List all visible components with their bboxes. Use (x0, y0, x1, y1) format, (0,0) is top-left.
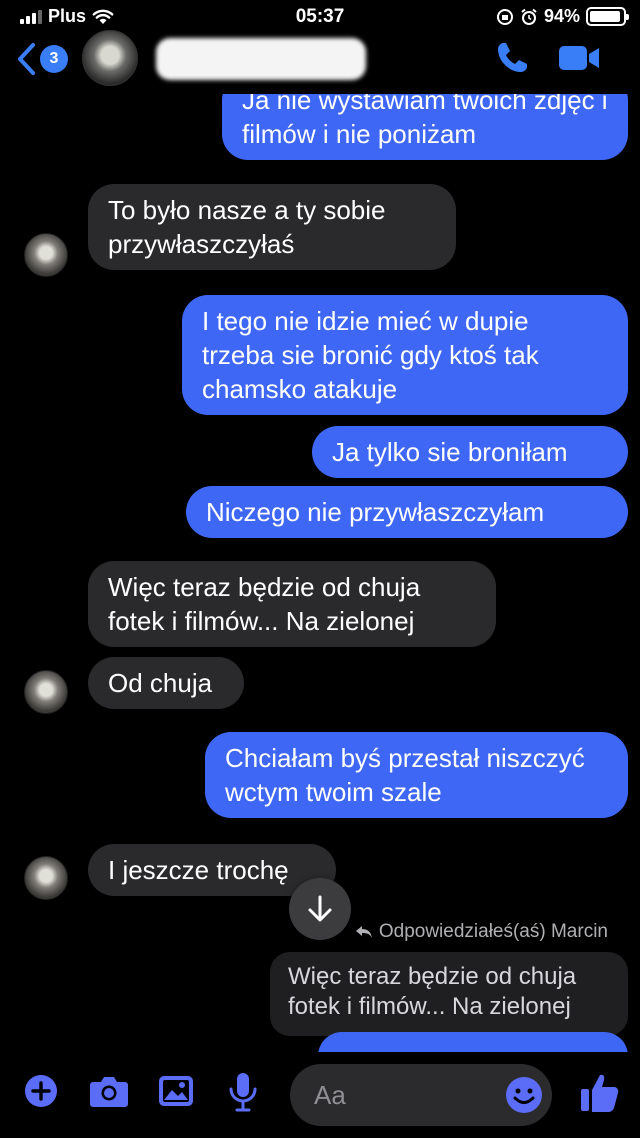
outgoing-message[interactable]: Ja nie wystawiam twoich zdjęć i filmów i… (222, 94, 628, 160)
back-button[interactable]: 3 (16, 42, 68, 76)
conversation-header: 3 (0, 30, 640, 94)
reply-indicator: Odpowiedziałeś(aś) Marcin (355, 921, 608, 943)
incoming-message[interactable]: Od chuja (88, 657, 244, 709)
unread-badge: 3 (40, 45, 68, 73)
outgoing-message[interactable]: Chciałam byś przestał niszczyć wctym two… (205, 732, 628, 818)
status-bar: Plus 05:37 94% (0, 0, 640, 34)
contact-avatar[interactable] (82, 30, 138, 86)
incoming-message[interactable]: Więc teraz będzie od chuja fotek i filmó… (88, 561, 496, 647)
contact-name-redacted[interactable] (156, 38, 366, 80)
battery-percent: 94% (543, 6, 580, 26)
outgoing-message[interactable]: I tego nie idzie mieć w dupie trzeba sie… (182, 295, 628, 415)
sender-avatar[interactable] (24, 670, 68, 714)
sender-avatar[interactable] (24, 233, 68, 277)
emoji-icon[interactable] (505, 1076, 543, 1114)
incoming-message[interactable]: To było nasze a ty sobie przywłaszczyłaś (88, 184, 456, 270)
battery-icon (586, 7, 629, 26)
video-camera-icon[interactable] (558, 44, 600, 72)
scroll-down-arrow-icon (308, 895, 332, 922)
outgoing-message[interactable]: Ja tylko sie broniłam (312, 426, 628, 478)
scroll-to-bottom-button[interactable] (289, 878, 351, 940)
outgoing-message[interactable]: Niczego nie przywłaszczyłam (186, 486, 628, 538)
outgoing-message-partial[interactable] (318, 1032, 628, 1052)
alarm-icon (521, 8, 537, 25)
reply-arrow-icon (355, 926, 372, 938)
system-indicators: 94% (496, 6, 629, 27)
phone-icon[interactable] (494, 40, 530, 76)
thumbs-up-icon[interactable] (580, 1072, 620, 1114)
sender-avatar[interactable] (24, 856, 68, 900)
message-composer (0, 1052, 640, 1138)
plus-icon[interactable] (24, 1074, 58, 1108)
back-chevron-icon (18, 43, 35, 75)
gallery-icon[interactable] (158, 1074, 194, 1108)
quoted-message[interactable]: Więc teraz będzie od chuja fotek i filmó… (270, 952, 628, 1036)
microphone-icon[interactable] (228, 1072, 258, 1112)
camera-icon[interactable] (89, 1074, 129, 1108)
orientation-lock-icon (496, 8, 513, 25)
